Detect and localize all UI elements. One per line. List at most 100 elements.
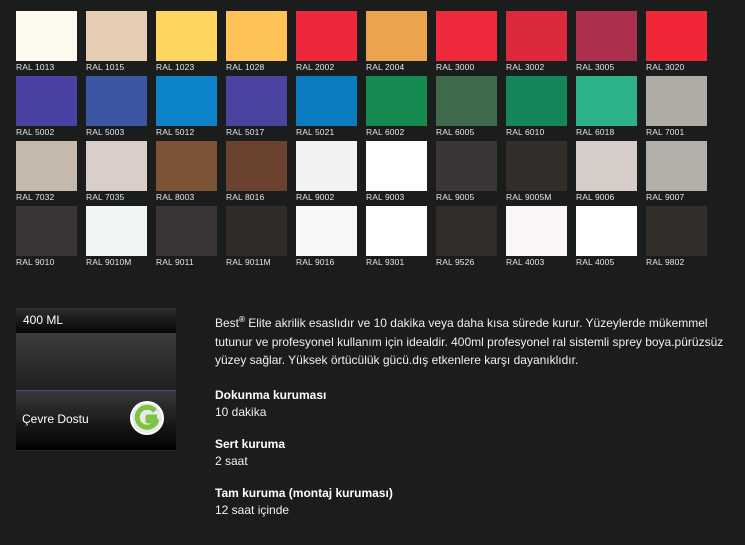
color-swatch[interactable]: RAL 9011 bbox=[156, 206, 217, 268]
color-swatch[interactable]: RAL 3020 bbox=[646, 11, 707, 73]
color-swatch[interactable]: RAL 6010 bbox=[506, 76, 567, 138]
swatch-code: RAL 3002 bbox=[506, 62, 545, 72]
spec-touch-dry: Dokunma kuruması 10 dakika bbox=[215, 387, 735, 421]
swatch-chip bbox=[506, 141, 567, 191]
swatch-code: RAL 6002 bbox=[366, 127, 405, 137]
color-swatch[interactable]: RAL 1023 bbox=[156, 11, 217, 73]
spec-label: Sert kuruma bbox=[215, 436, 286, 451]
color-swatch[interactable]: RAL 5002 bbox=[16, 76, 77, 138]
color-swatch[interactable]: RAL 1028 bbox=[226, 11, 287, 73]
color-swatch[interactable]: RAL 9006 bbox=[576, 141, 637, 203]
swatch-code: RAL 9007 bbox=[646, 192, 685, 202]
color-swatch[interactable]: RAL 9003 bbox=[366, 141, 427, 203]
swatch-chip bbox=[226, 206, 287, 256]
swatch-chip bbox=[156, 141, 217, 191]
color-swatch[interactable]: RAL 9005M bbox=[506, 141, 567, 203]
swatch-chip bbox=[86, 206, 147, 256]
swatch-code: RAL 9011M bbox=[226, 257, 271, 267]
swatch-chip bbox=[226, 76, 287, 126]
swatch-code: RAL 5017 bbox=[226, 127, 265, 137]
swatch-chip bbox=[366, 206, 427, 256]
color-swatch[interactable]: RAL 4005 bbox=[576, 206, 637, 268]
color-swatch[interactable]: RAL 6018 bbox=[576, 76, 637, 138]
swatch-code: RAL 1028 bbox=[226, 62, 265, 72]
color-swatch[interactable]: RAL 1015 bbox=[86, 11, 147, 73]
swatch-code: RAL 8003 bbox=[156, 192, 195, 202]
color-swatch[interactable]: RAL 3005 bbox=[576, 11, 637, 73]
swatch-code: RAL 7001 bbox=[646, 127, 685, 137]
swatch-code: RAL 5012 bbox=[156, 127, 195, 137]
color-swatch[interactable]: RAL 9010M bbox=[86, 206, 147, 268]
color-swatch[interactable]: RAL 3000 bbox=[436, 11, 497, 73]
color-swatch[interactable]: RAL 9301 bbox=[366, 206, 427, 268]
swatch-chip bbox=[436, 11, 497, 61]
swatch-chip bbox=[646, 76, 707, 126]
color-swatch[interactable]: RAL 9802 bbox=[646, 206, 707, 268]
color-swatch[interactable]: RAL 9005 bbox=[436, 141, 497, 203]
swatch-chip bbox=[366, 11, 427, 61]
spec-value: 10 dakika bbox=[215, 404, 267, 419]
swatch-code: RAL 9010 bbox=[16, 257, 55, 267]
color-swatch[interactable]: RAL 4003 bbox=[506, 206, 567, 268]
swatch-code: RAL 5002 bbox=[16, 127, 55, 137]
color-swatch[interactable]: RAL 9007 bbox=[646, 141, 707, 203]
swatch-chip bbox=[506, 76, 567, 126]
swatch-chip bbox=[646, 206, 707, 256]
color-swatch[interactable]: RAL 5012 bbox=[156, 76, 217, 138]
swatch-chip bbox=[436, 76, 497, 126]
swatch-chip bbox=[436, 206, 497, 256]
color-swatch[interactable]: RAL 9526 bbox=[436, 206, 497, 268]
swatch-chip bbox=[156, 206, 217, 256]
swatch-code: RAL 9301 bbox=[366, 257, 405, 267]
swatch-chip bbox=[156, 76, 217, 126]
color-swatch[interactable]: RAL 8016 bbox=[226, 141, 287, 203]
color-swatch[interactable]: RAL 8003 bbox=[156, 141, 217, 203]
swatch-code: RAL 9003 bbox=[366, 192, 405, 202]
color-swatch[interactable]: RAL 5003 bbox=[86, 76, 147, 138]
color-swatch[interactable]: RAL 2004 bbox=[366, 11, 427, 73]
brand-name: Best® bbox=[215, 315, 245, 330]
color-swatch[interactable]: RAL 9010 bbox=[16, 206, 77, 268]
swatch-code: RAL 3000 bbox=[436, 62, 475, 72]
color-swatch[interactable]: RAL 2002 bbox=[296, 11, 357, 73]
swatch-chip bbox=[16, 11, 77, 61]
swatch-chip bbox=[576, 76, 637, 126]
swatch-chip bbox=[576, 206, 637, 256]
color-swatch[interactable]: RAL 3002 bbox=[506, 11, 567, 73]
color-swatch[interactable]: RAL 9011M bbox=[226, 206, 287, 268]
swatch-chip bbox=[296, 206, 357, 256]
color-swatch-grid: RAL 1013 RAL 1015 RAL 1023 RAL 1028 RAL 2002… bbox=[16, 11, 707, 268]
color-swatch[interactable]: RAL 7032 bbox=[16, 141, 77, 203]
color-swatch[interactable]: RAL 5017 bbox=[226, 76, 287, 138]
spec-value: 2 saat bbox=[215, 453, 248, 468]
swatch-chip bbox=[226, 141, 287, 191]
color-swatch[interactable]: RAL 6005 bbox=[436, 76, 497, 138]
color-swatch[interactable]: RAL 7001 bbox=[646, 76, 707, 138]
swatch-chip bbox=[296, 141, 357, 191]
swatch-code: RAL 9005 bbox=[436, 192, 475, 202]
swatch-code: RAL 7032 bbox=[16, 192, 55, 202]
swatch-code: RAL 9526 bbox=[436, 257, 475, 267]
color-swatch[interactable]: RAL 1013 bbox=[16, 11, 77, 73]
swatch-code: RAL 1013 bbox=[16, 62, 55, 72]
color-swatch[interactable]: RAL 9016 bbox=[296, 206, 357, 268]
swatch-code: RAL 9011 bbox=[156, 257, 194, 267]
swatch-chip bbox=[156, 11, 217, 61]
eco-friendly-panel: Çevre Dostu bbox=[16, 391, 176, 451]
swatch-code: RAL 9002 bbox=[296, 192, 335, 202]
swatch-code: RAL 1015 bbox=[86, 62, 125, 72]
color-swatch[interactable]: RAL 5021 bbox=[296, 76, 357, 138]
swatch-code: RAL 4005 bbox=[576, 257, 615, 267]
description-text: Best® Elite akrilik esaslıdır ve 10 daki… bbox=[215, 311, 735, 370]
swatch-code: RAL 2004 bbox=[366, 62, 405, 72]
color-swatch[interactable]: RAL 7035 bbox=[86, 141, 147, 203]
product-description: Best® Elite akrilik esaslıdır ve 10 daki… bbox=[215, 311, 735, 519]
swatch-code: RAL 9005M bbox=[506, 192, 552, 202]
color-swatch[interactable]: RAL 6002 bbox=[366, 76, 427, 138]
swatch-chip bbox=[226, 11, 287, 61]
eco-friendly-label: Çevre Dostu bbox=[22, 412, 89, 426]
swatch-code: RAL 3020 bbox=[646, 62, 685, 72]
spec-hard-dry: Sert kuruma 2 saat bbox=[215, 436, 735, 470]
swatch-chip bbox=[576, 11, 637, 61]
color-swatch[interactable]: RAL 9002 bbox=[296, 141, 357, 203]
